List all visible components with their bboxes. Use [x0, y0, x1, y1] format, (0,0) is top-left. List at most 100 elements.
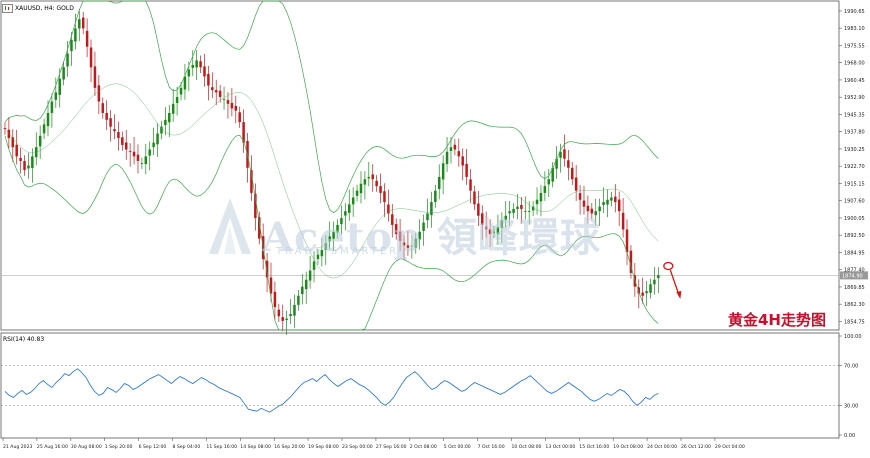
candles-icon: [2, 3, 13, 13]
candle-bear: [567, 160, 570, 168]
candle-bull: [50, 101, 54, 113]
y-tick-label: 1892.50: [844, 233, 865, 239]
candle-bear: [81, 17, 85, 29]
candle-bear: [124, 142, 128, 150]
candle-bull: [606, 199, 609, 205]
candle-bull: [152, 142, 155, 148]
x-tick-label: 19 Sep 08:00: [308, 444, 339, 450]
candle-bull: [649, 284, 652, 293]
candle-bull: [164, 119, 167, 126]
candle-bear: [614, 196, 617, 203]
candle-bear: [117, 132, 120, 139]
candle-bear: [461, 156, 464, 166]
candle-bear: [3, 127, 7, 129]
candle-bull: [434, 190, 437, 203]
candle-bull: [187, 69, 191, 77]
candle-bull: [547, 179, 551, 185]
candle-bear: [273, 291, 277, 308]
watermark-tagline: TRADE SMARTER: [276, 246, 400, 257]
y-tick-label: 1884.95: [844, 250, 865, 256]
y-tick-label: 1968.00: [844, 61, 865, 67]
x-tick-label: 23 Sep 00:00: [342, 444, 373, 450]
candle-bear: [7, 129, 11, 139]
current-price-label: 1874.90: [842, 273, 863, 279]
candle-bull: [539, 192, 543, 202]
candle-bear: [457, 151, 461, 157]
candle-bull: [38, 135, 42, 147]
y-tick-label: 1922.70: [844, 164, 865, 170]
x-tick-label: 25 Aug 16:00: [37, 444, 68, 450]
candle-bear: [641, 292, 644, 296]
y-tick-label: 1930.25: [844, 147, 865, 153]
rsi-panel-frame: [0, 332, 840, 439]
candle-bear: [203, 66, 206, 77]
x-tick-label: 11 Sep 16:00: [206, 444, 237, 450]
candle-bear: [453, 144, 457, 150]
candle-bull: [645, 291, 648, 294]
candle-bull: [148, 149, 151, 156]
candle-bear: [383, 191, 386, 203]
candle-bear: [375, 180, 378, 187]
x-tick-label: 30 Aug 08:00: [71, 444, 102, 450]
candle-bear: [132, 151, 136, 157]
candle-bear: [617, 199, 621, 212]
candle-bull: [449, 147, 453, 151]
symbol-title: XAUUSD, H4: GOLD: [15, 4, 74, 12]
candle-bull: [445, 151, 449, 165]
x-tick-label: 27 Sep 16:00: [376, 444, 407, 450]
candle-bull: [58, 78, 61, 95]
candle-bull: [304, 279, 308, 290]
candle-bear: [101, 103, 105, 113]
rsi-tick-label: 0.00: [844, 433, 855, 439]
y-tick-label: 1915.15: [844, 181, 865, 187]
candle-bull: [543, 186, 547, 193]
candle-bear: [15, 144, 18, 157]
candle-bear: [128, 151, 132, 152]
x-tick-label: 7 Oct 16:00: [478, 444, 505, 450]
candle-bear: [19, 158, 22, 161]
candle-bull: [171, 103, 175, 114]
candle-bull: [179, 87, 183, 95]
candle-bull: [62, 67, 65, 80]
candle-bear: [230, 102, 234, 109]
candle-bear: [574, 177, 578, 191]
y-tick-label: 1990.65: [844, 9, 865, 15]
x-tick-label: 2 Oct 08:00: [410, 444, 437, 450]
x-tick-label: 6 Sep 12:00: [139, 444, 167, 450]
annotation-circle: [663, 261, 674, 271]
candle-bear: [469, 179, 472, 191]
candle-bull: [441, 163, 445, 180]
x-tick-label: 1 Sep 20:00: [105, 444, 133, 450]
candle-bull: [54, 92, 58, 100]
candle-bull: [367, 176, 371, 179]
x-tick-label: 19 Oct 08:00: [613, 444, 643, 450]
candle-bull: [351, 197, 355, 205]
candle-bull: [70, 39, 73, 52]
y-tick-label: 1854.75: [844, 319, 865, 325]
candle-bear: [277, 309, 281, 317]
candle-bear: [105, 112, 108, 120]
candle-bear: [281, 317, 284, 321]
candle-bear: [234, 105, 238, 111]
candle-bull: [555, 158, 558, 169]
x-tick-label: 14 Sep 08:00: [240, 444, 271, 450]
rsi-line: [4, 368, 659, 413]
candle-bear: [89, 47, 93, 68]
x-tick-label: 10 Oct 08:00: [512, 444, 542, 450]
candle-bull: [27, 165, 30, 169]
candle-bull: [144, 156, 148, 165]
x-tick-label: 26 Oct 12:00: [681, 444, 711, 450]
candle-bear: [578, 193, 582, 200]
candle-bull: [168, 112, 171, 123]
candle-bull: [78, 19, 81, 29]
candle-bear: [465, 163, 468, 177]
y-tick-label: 1907.60: [844, 199, 865, 205]
candle-bull: [653, 279, 656, 285]
y-tick-label: 1900.05: [844, 216, 865, 222]
x-tick-label: 24 Oct 00:00: [647, 444, 677, 450]
candle-bull: [156, 133, 159, 145]
x-tick-label: 16 Sep 20:00: [274, 444, 305, 450]
candle-bear: [621, 212, 625, 230]
candle-bull: [602, 202, 605, 205]
y-tick-label: 1862.30: [844, 302, 865, 308]
